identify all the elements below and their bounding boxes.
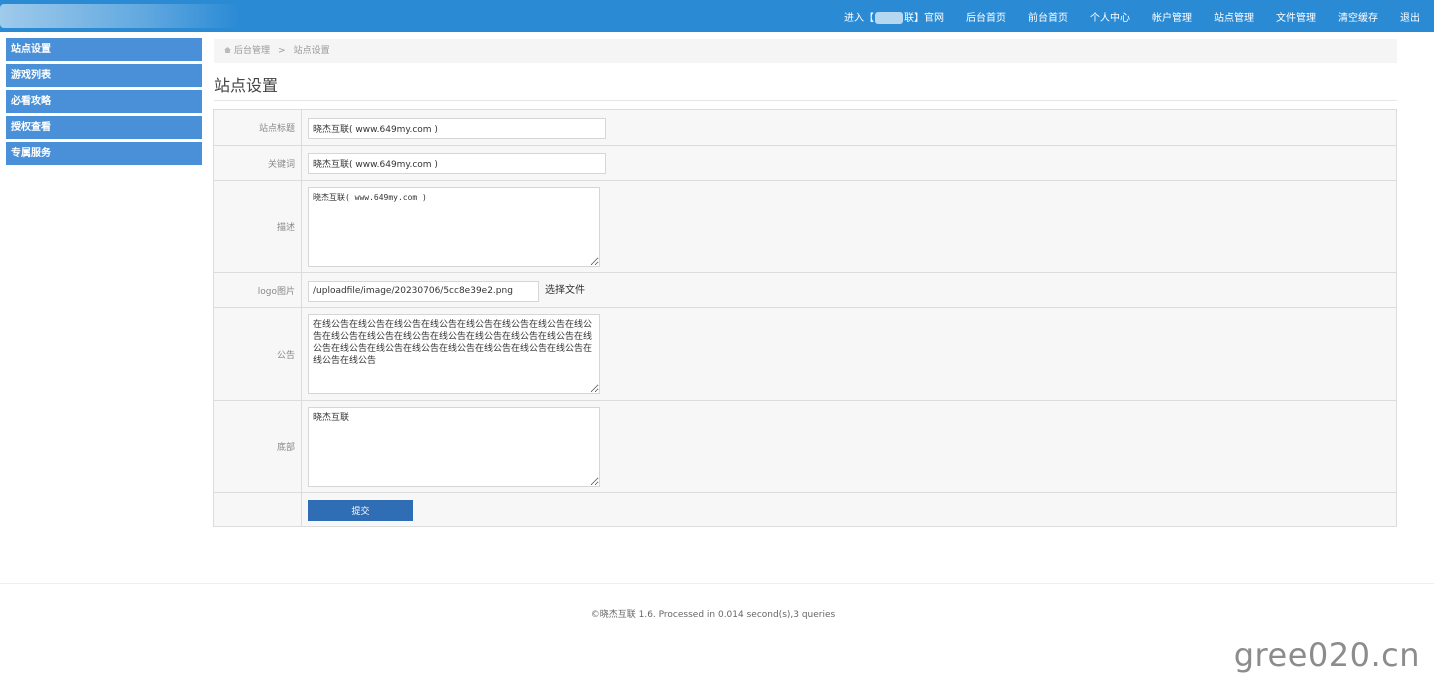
- page-title: 站点设置: [214, 76, 279, 95]
- home-icon: [224, 47, 231, 53]
- description-textarea[interactable]: 晓杰互联( www.649my.com ): [308, 186, 600, 267]
- site-title-label: 站点标题: [213, 109, 302, 146]
- footer-label: 底部: [213, 400, 302, 493]
- nav-clear-cache[interactable]: 清空缓存: [1338, 9, 1378, 24]
- sidebar-item-exclusive-service[interactable]: 专属服务: [6, 142, 202, 165]
- sidebar-item-game-list[interactable]: 游戏列表: [6, 64, 202, 87]
- breadcrumb-separator: >: [278, 46, 286, 56]
- top-nav: 进入【 联】官网 后台首页 前台首页 个人中心 帐户管理 站点管理 文件管理 清空…: [822, 0, 1420, 32]
- nav-official-site[interactable]: 进入【 联】官网: [844, 9, 944, 24]
- sidebar-item-guides[interactable]: 必看攻略: [6, 90, 202, 113]
- nav-front-home[interactable]: 前台首页: [1028, 9, 1068, 24]
- notice-label: 公告: [213, 307, 302, 401]
- nav-profile[interactable]: 个人中心: [1090, 9, 1130, 24]
- breadcrumb-root[interactable]: 后台管理: [234, 46, 270, 56]
- choose-file-button[interactable]: 选择文件: [545, 285, 585, 296]
- form-row-notice: 公告 在线公告在线公告在线公告在线公告在线公告在线公告在线公告在线公告在线公告在…: [213, 307, 1397, 401]
- logo-path-input[interactable]: [308, 280, 539, 302]
- sidebar-item-authorization[interactable]: 授权查看: [6, 116, 202, 139]
- settings-form: 站点标题 关键词 描述 晓杰互联( www.649my.com ) logo图片…: [213, 109, 1397, 527]
- form-row-site-title: 站点标题: [213, 109, 1397, 146]
- sidebar-item-site-settings[interactable]: 站点设置: [6, 38, 202, 61]
- form-row-keywords: 关键词: [213, 145, 1397, 181]
- nav-account-management[interactable]: 帐户管理: [1152, 9, 1192, 24]
- keywords-label: 关键词: [213, 145, 302, 181]
- footer-text: ©晓杰互联 1.6. Processed in 0.014 second(s),…: [590, 610, 836, 620]
- sidebar: 站点设置 游戏列表 必看攻略 授权查看 专属服务: [6, 38, 202, 168]
- logo-label: logo图片: [213, 272, 302, 308]
- form-row-description: 描述 晓杰互联( www.649my.com ): [213, 180, 1397, 273]
- notice-textarea[interactable]: 在线公告在线公告在线公告在线公告在线公告在线公告在线公告在线公告在线公告在线公告…: [308, 314, 600, 394]
- breadcrumb-current: 站点设置: [293, 46, 330, 56]
- description-label: 描述: [213, 180, 302, 273]
- blurred-text: [875, 11, 903, 24]
- keywords-input[interactable]: [308, 153, 606, 174]
- submit-button[interactable]: 提交: [308, 499, 413, 521]
- breadcrumb: 后台管理 > 站点设置: [214, 39, 1397, 63]
- footer-divider: [0, 583, 1434, 584]
- nav-site-management[interactable]: 站点管理: [1214, 9, 1254, 24]
- nav-admin-home[interactable]: 后台首页: [966, 9, 1006, 24]
- nav-logout[interactable]: 退出: [1400, 9, 1420, 24]
- title-divider: [214, 100, 1397, 101]
- nav-file-management[interactable]: 文件管理: [1276, 9, 1316, 24]
- form-row-submit: 提交: [213, 492, 1397, 527]
- watermark: gree020.cn: [1233, 636, 1420, 674]
- footer-textarea[interactable]: 晓杰互联: [308, 406, 600, 487]
- form-row-logo: logo图片 选择文件: [213, 272, 1397, 308]
- form-row-footer: 底部 晓杰互联: [213, 400, 1397, 493]
- brand-logo-blurred: [0, 4, 240, 28]
- top-navbar: 进入【 联】官网 后台首页 前台首页 个人中心 帐户管理 站点管理 文件管理 清空…: [0, 0, 1434, 32]
- site-title-input[interactable]: [308, 117, 606, 139]
